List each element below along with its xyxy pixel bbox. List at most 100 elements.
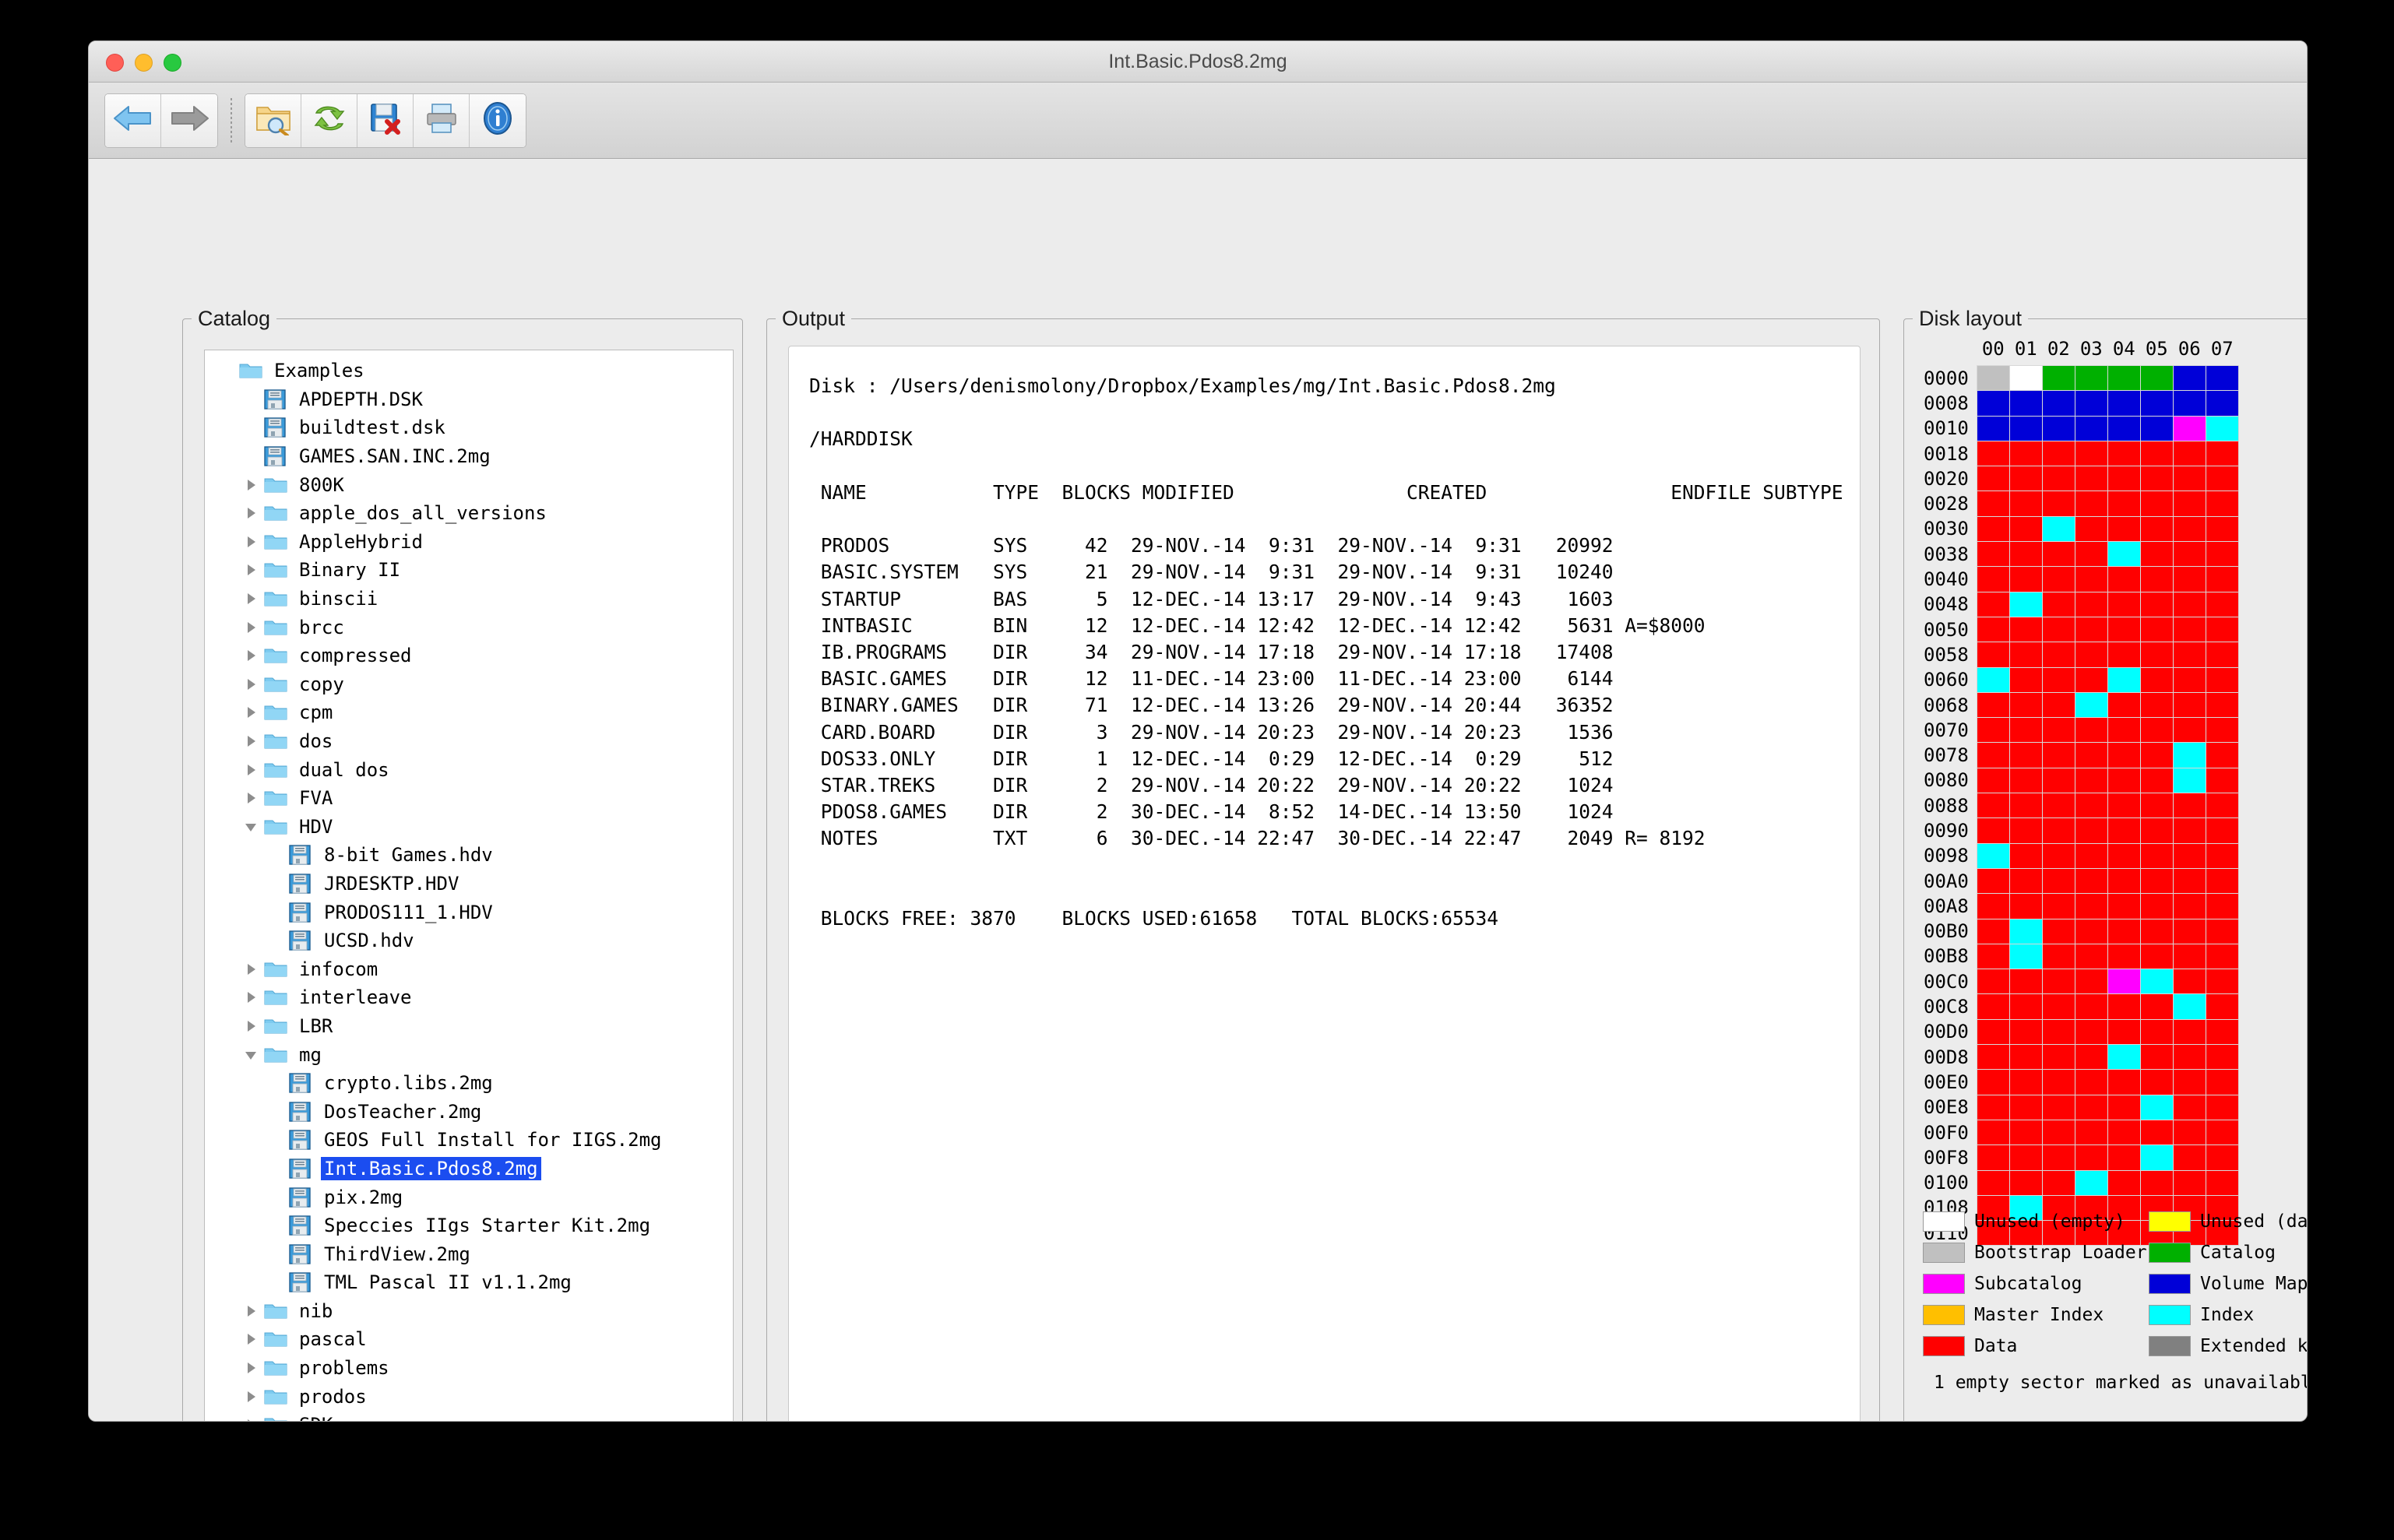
grid-sector-cell[interactable] xyxy=(1976,742,2010,768)
grid-sector-cell[interactable] xyxy=(2008,1094,2043,1120)
grid-sector-cell[interactable] xyxy=(2107,1018,2141,1046)
grid-sector-cell[interactable] xyxy=(2008,566,2043,592)
grid-sector-cell[interactable] xyxy=(2008,1018,2043,1046)
tree-item[interactable]: Speccies IIgs Starter Kit.2mg xyxy=(213,1211,733,1240)
tree-item[interactable]: TML Pascal II v1.1.2mg xyxy=(213,1268,733,1297)
grid-sector-cell[interactable] xyxy=(1976,666,2010,693)
remove-disk-button[interactable] xyxy=(357,93,414,147)
grid-sector-cell[interactable] xyxy=(2172,415,2206,441)
chevron-right-icon[interactable] xyxy=(238,1417,264,1421)
chevron-right-icon[interactable] xyxy=(238,534,264,550)
grid-sector-cell[interactable] xyxy=(2041,793,2075,819)
grid-sector-cell[interactable] xyxy=(2074,867,2108,895)
grid-sector-cell[interactable] xyxy=(2172,541,2206,568)
grid-sector-cell[interactable] xyxy=(2139,642,2174,668)
grid-sector-cell[interactable] xyxy=(2041,1119,2075,1146)
grid-sector-cell[interactable] xyxy=(2139,1094,2174,1120)
grid-sector-cell[interactable] xyxy=(1976,541,2010,568)
grid-sector-cell[interactable] xyxy=(2172,767,2206,794)
chevron-right-icon[interactable] xyxy=(238,562,264,578)
grid-sector-cell[interactable] xyxy=(2008,943,2043,970)
tree-item[interactable]: Int.Basic.Pdos8.2mg xyxy=(213,1155,733,1183)
forward-button[interactable] xyxy=(161,93,217,147)
grid-sector-cell[interactable] xyxy=(2107,918,2141,944)
grid-sector-cell[interactable] xyxy=(2107,969,2141,995)
grid-sector-cell[interactable] xyxy=(2074,364,2108,392)
grid-sector-cell[interactable] xyxy=(2139,1018,2174,1046)
grid-sector-cell[interactable] xyxy=(2074,1169,2108,1196)
grid-sector-cell[interactable] xyxy=(2205,666,2239,693)
grid-sector-cell[interactable] xyxy=(2074,742,2108,768)
grid-sector-cell[interactable] xyxy=(2139,793,2174,819)
grid-sector-cell[interactable] xyxy=(1976,767,2010,794)
tree-item[interactable]: Binary II xyxy=(213,556,733,585)
tree-item[interactable]: mg xyxy=(213,1040,733,1069)
grid-sector-cell[interactable] xyxy=(2139,691,2174,719)
tree-item[interactable]: dos xyxy=(213,727,733,756)
grid-sector-cell[interactable] xyxy=(2205,642,2239,668)
tree-item[interactable]: JRDESKTP.HDV xyxy=(213,870,733,898)
grid-sector-cell[interactable] xyxy=(2074,616,2108,643)
tree-item[interactable]: 800K xyxy=(213,470,733,499)
grid-sector-cell[interactable] xyxy=(2205,767,2239,794)
grid-sector-cell[interactable] xyxy=(2008,591,2043,617)
grid-sector-cell[interactable] xyxy=(2041,842,2075,869)
grid-sector-cell[interactable] xyxy=(2008,993,2043,1020)
grid-sector-cell[interactable] xyxy=(2074,1044,2108,1071)
grid-sector-cell[interactable] xyxy=(2172,1169,2206,1196)
grid-sector-cell[interactable] xyxy=(2172,466,2206,492)
tree-item[interactable]: Examples xyxy=(213,357,733,385)
grid-sector-cell[interactable] xyxy=(2205,742,2239,768)
grid-sector-cell[interactable] xyxy=(2074,541,2108,568)
tree-item[interactable]: prodos xyxy=(213,1382,733,1411)
tree-item[interactable]: ThirdView.2mg xyxy=(213,1239,733,1268)
grid-sector-cell[interactable] xyxy=(2074,993,2108,1020)
tree-item[interactable]: problems xyxy=(213,1354,733,1383)
tree-item[interactable]: PRODOS111_1.HDV xyxy=(213,898,733,926)
grid-sector-cell[interactable] xyxy=(2107,1144,2141,1171)
grid-sector-cell[interactable] xyxy=(2172,1094,2206,1120)
grid-sector-cell[interactable] xyxy=(2107,390,2141,417)
grid-sector-cell[interactable] xyxy=(2107,1069,2141,1095)
grid-sector-cell[interactable] xyxy=(2041,993,2075,1020)
grid-sector-cell[interactable] xyxy=(2041,1044,2075,1071)
grid-sector-cell[interactable] xyxy=(2107,1169,2141,1196)
grid-sector-cell[interactable] xyxy=(2139,616,2174,643)
tree-item[interactable]: buildtest.dsk xyxy=(213,413,733,442)
tree-item[interactable]: pascal xyxy=(213,1325,733,1354)
grid-sector-cell[interactable] xyxy=(2107,767,2141,794)
grid-sector-cell[interactable] xyxy=(1976,969,2010,995)
grid-sector-cell[interactable] xyxy=(2008,440,2043,467)
grid-sector-cell[interactable] xyxy=(2172,566,2206,592)
grid-sector-cell[interactable] xyxy=(1976,793,2010,819)
chevron-right-icon[interactable] xyxy=(238,677,264,692)
grid-sector-cell[interactable] xyxy=(2008,666,2043,693)
grid-sector-cell[interactable] xyxy=(2107,415,2141,441)
grid-sector-cell[interactable] xyxy=(2172,742,2206,768)
grid-sector-cell[interactable] xyxy=(2074,817,2108,844)
grid-sector-cell[interactable] xyxy=(2074,1018,2108,1046)
grid-sector-cell[interactable] xyxy=(2205,415,2239,441)
grid-sector-cell[interactable] xyxy=(2205,1018,2239,1046)
grid-sector-cell[interactable] xyxy=(2139,817,2174,844)
grid-sector-cell[interactable] xyxy=(2107,466,2141,492)
tree-item[interactable]: dual dos xyxy=(213,755,733,784)
refresh-button[interactable] xyxy=(301,93,357,147)
back-button[interactable] xyxy=(105,93,161,147)
grid-sector-cell[interactable] xyxy=(1976,490,2010,517)
grid-sector-cell[interactable] xyxy=(2041,466,2075,492)
info-button[interactable] xyxy=(470,93,526,147)
grid-sector-cell[interactable] xyxy=(2074,842,2108,869)
grid-sector-cell[interactable] xyxy=(2172,390,2206,417)
grid-sector-cell[interactable] xyxy=(2041,666,2075,693)
grid-sector-cell[interactable] xyxy=(2074,466,2108,492)
grid-sector-cell[interactable] xyxy=(2041,364,2075,392)
grid-sector-cell[interactable] xyxy=(2107,893,2141,919)
grid-sector-cell[interactable] xyxy=(2205,793,2239,819)
grid-sector-cell[interactable] xyxy=(2139,842,2174,869)
grid-sector-cell[interactable] xyxy=(2008,1069,2043,1095)
grid-sector-cell[interactable] xyxy=(2041,642,2075,668)
grid-sector-cell[interactable] xyxy=(2172,943,2206,970)
chevron-right-icon[interactable] xyxy=(238,620,264,635)
grid-sector-cell[interactable] xyxy=(2074,691,2108,719)
